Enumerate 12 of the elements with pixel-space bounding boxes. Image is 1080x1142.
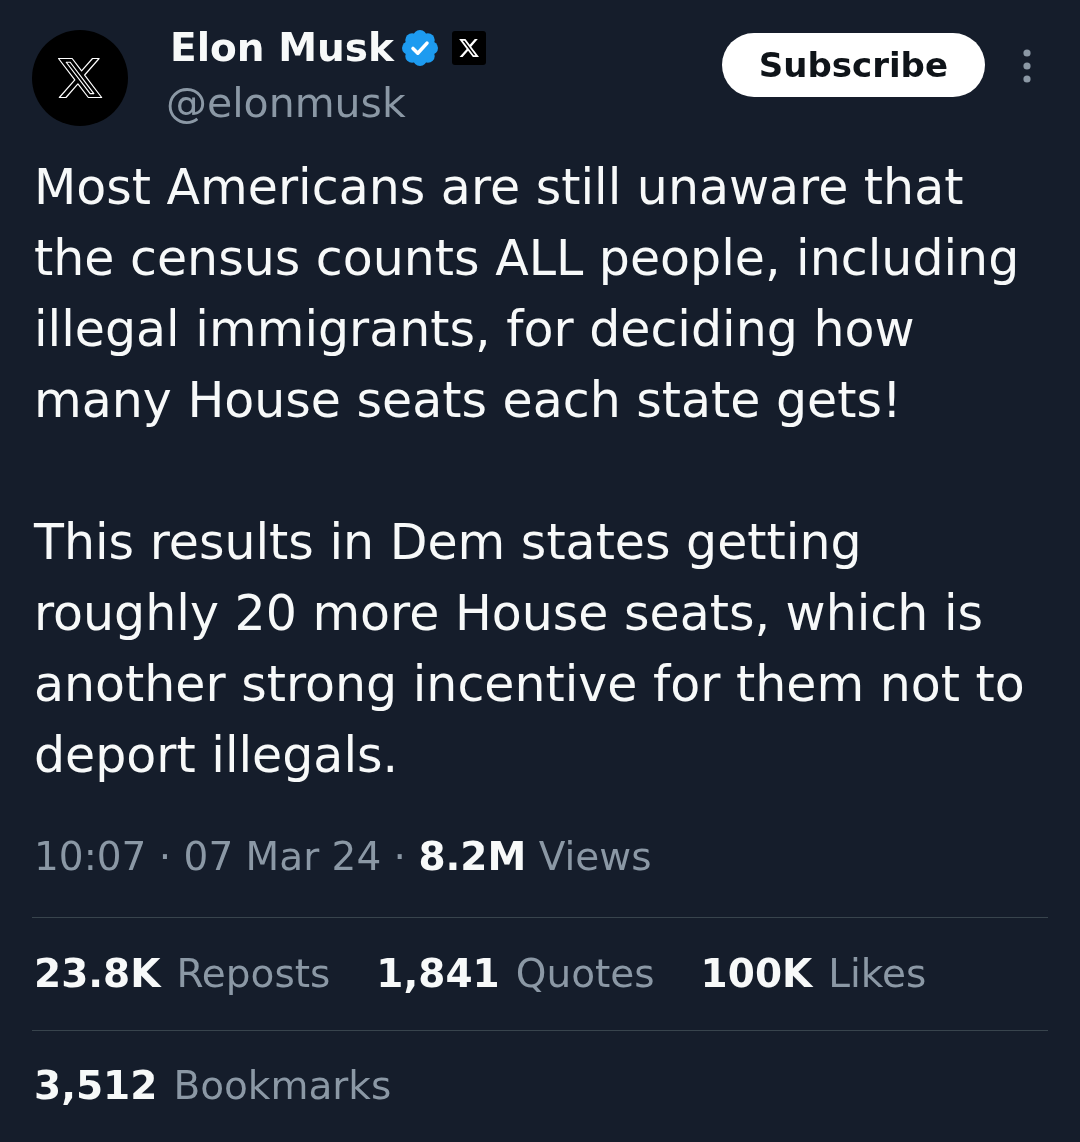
post-paragraph: This results in Dem states getting roughly 20 more House seats, which is another strong incentive for them not to deport illegals. [34,513,1026,786]
post-meta: 10:07 · 07 Mar 24 · 8.2M Views [34,833,653,881]
post-paragraph: Most Americans are still unaware that the census counts ALL people, including illegal immigrants, for deciding how many House seats each state gets! [34,158,1021,431]
more-options-icon[interactable] [1022,49,1032,83]
stat-link[interactable]: 3,512 Bookmarks [34,1062,392,1111]
stat-link[interactable]: 23.8K Reposts [34,949,331,998]
stat-link[interactable]: 100K Likes [700,949,927,998]
avatar[interactable] [32,30,128,126]
author-handle[interactable]: @elonmusk [166,78,486,128]
subscribe-button[interactable]: Subscribe [721,33,985,97]
stat-link[interactable]: 1,841 Quotes [376,949,655,998]
author-name[interactable]: Elon Musk [170,24,394,72]
